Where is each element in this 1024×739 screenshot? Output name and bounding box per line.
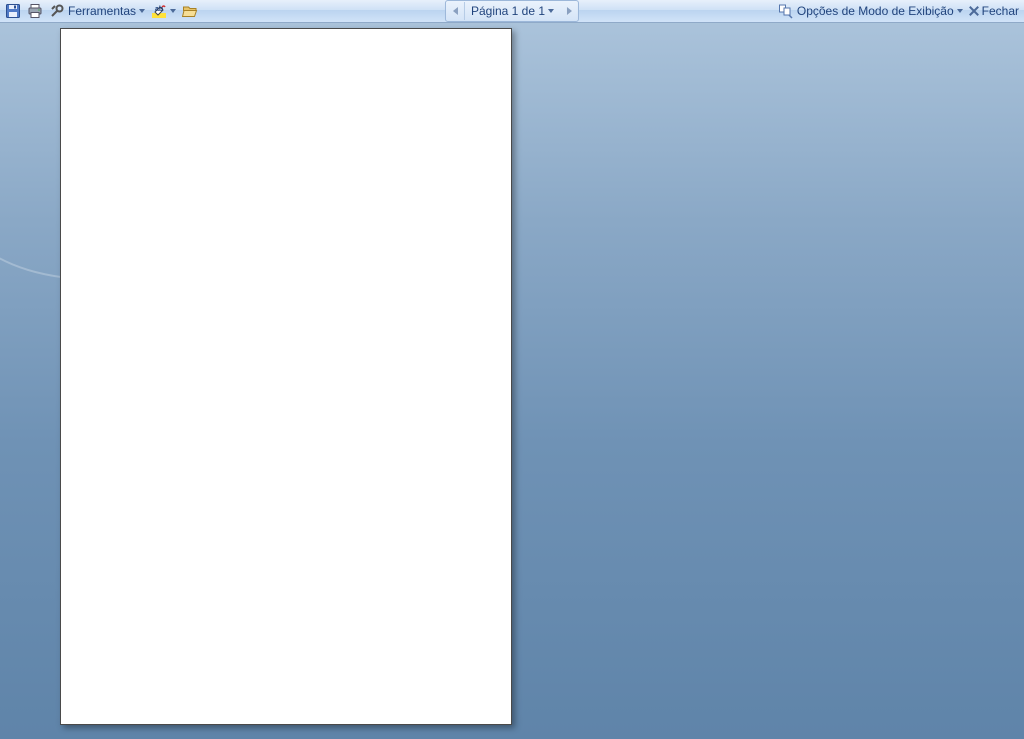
page-navigator: Página 1 de 1 bbox=[445, 0, 579, 22]
print-preview-app: Ferramentas ab bbox=[0, 0, 1024, 739]
open-folder-button[interactable] bbox=[179, 1, 201, 21]
save-icon bbox=[5, 3, 21, 19]
dropdown-caret-icon bbox=[957, 9, 963, 13]
toolbar-right-group: Opções de Modo de Exibição Fechar bbox=[775, 0, 1024, 22]
arrow-right-icon bbox=[567, 7, 572, 15]
save-button[interactable] bbox=[2, 1, 24, 21]
view-options-icon bbox=[778, 3, 794, 19]
tools-icon bbox=[49, 3, 65, 19]
dropdown-caret-icon bbox=[170, 9, 176, 13]
page-indicator-label: Página 1 de 1 bbox=[471, 4, 545, 18]
highlight-icon: ab bbox=[151, 3, 167, 19]
page-preview bbox=[60, 28, 512, 725]
tools-label: Ferramentas bbox=[68, 4, 136, 18]
close-label: Fechar bbox=[982, 4, 1019, 18]
toolbar-left-group: Ferramentas ab bbox=[0, 0, 201, 22]
page-indicator-button[interactable]: Página 1 de 1 bbox=[464, 2, 560, 20]
next-page-button[interactable] bbox=[560, 2, 578, 20]
highlight-split-button[interactable]: ab bbox=[148, 1, 179, 21]
close-button[interactable]: Fechar bbox=[966, 1, 1022, 21]
dropdown-caret-icon bbox=[548, 9, 554, 13]
view-options-button[interactable]: Opções de Modo de Exibição bbox=[775, 1, 966, 21]
toolbar-center-group: Página 1 de 1 bbox=[445, 0, 579, 22]
svg-text:ab: ab bbox=[155, 6, 163, 13]
print-icon bbox=[27, 3, 43, 19]
tools-menu-button[interactable]: Ferramentas bbox=[46, 1, 148, 21]
dropdown-caret-icon bbox=[139, 9, 145, 13]
view-options-label: Opções de Modo de Exibição bbox=[797, 4, 954, 18]
arrow-left-icon bbox=[452, 7, 457, 15]
folder-open-icon bbox=[182, 3, 198, 19]
close-icon bbox=[969, 6, 979, 16]
print-button[interactable] bbox=[24, 1, 46, 21]
prev-page-button[interactable] bbox=[446, 2, 464, 20]
toolbar: Ferramentas ab bbox=[0, 0, 1024, 23]
